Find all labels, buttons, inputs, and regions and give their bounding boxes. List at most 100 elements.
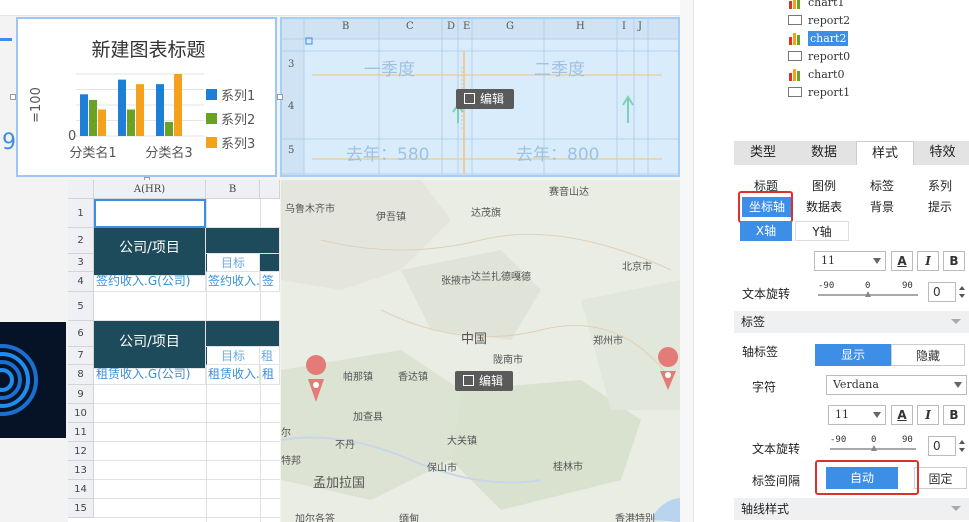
- dark-widget[interactable]: [0, 322, 66, 438]
- font-family-select[interactable]: Verdana: [826, 375, 967, 395]
- map-widget[interactable]: 乌鲁木齐市 伊吾镇 达茂旗 赛音山达 达兰扎德嘎德 北京市 张掖市 中国 郑州市 陇南市 帕那镇 香达…: [281, 180, 680, 522]
- subtab-label[interactable]: 标签: [856, 176, 908, 196]
- sign-income-cell-c[interactable]: 签: [260, 272, 280, 292]
- subtab-datatable[interactable]: 数据表: [798, 197, 850, 217]
- design-canvas[interactable]: 9 新建图表标题 =100 0 分类名1 分类名3 系列1 系列2 系列3 B …: [0, 0, 680, 522]
- sheet-row-number[interactable]: 3: [68, 254, 94, 272]
- resize-handle[interactable]: [10, 94, 16, 100]
- slider-mid: 0: [865, 281, 871, 291]
- hide-button[interactable]: 隐藏: [891, 344, 965, 366]
- bar-chart: =100 0分类名1 分类名3 系列1 系列2 系列3: [29, 73, 255, 161]
- italic-button-2[interactable]: I: [917, 405, 939, 425]
- sheet-row-number[interactable]: 4: [68, 272, 94, 292]
- italic-button[interactable]: I: [917, 251, 939, 271]
- sign-income-cell-b[interactable]: 签约收入.: [206, 272, 260, 292]
- grid-edit-button[interactable]: 编辑: [456, 89, 515, 109]
- label-section-header[interactable]: 标签: [734, 311, 969, 333]
- sheet-col-a[interactable]: A(HR): [94, 180, 206, 199]
- fixed-button[interactable]: 固定: [914, 467, 967, 489]
- tree-item-report2[interactable]: report2: [788, 12, 850, 30]
- report-sheet[interactable]: A(HR) B 1 2 3 4 5 6 7 8 9 10 11 12 13 14 15 公司/项目 目标 签…: [68, 180, 280, 522]
- company-project-cell-2[interactable]: 公司/项目: [94, 321, 206, 369]
- stepper-icon[interactable]: [957, 282, 967, 302]
- tab-data[interactable]: 数据: [794, 141, 854, 165]
- stepper-icon[interactable]: [957, 436, 967, 456]
- target-cell-2[interactable]: 目标: [206, 347, 260, 365]
- sheet-row-number[interactable]: 7: [68, 347, 94, 365]
- font-color-button-2[interactable]: A: [891, 405, 913, 425]
- sheet-col-c[interactable]: [260, 180, 280, 199]
- chart-widget[interactable]: 新建图表标题 =100 0 分类名1 分类名3 系列1 系列2 系列3: [16, 17, 277, 177]
- subtab-background[interactable]: 背景: [856, 197, 908, 217]
- map-edit-button[interactable]: 编辑: [455, 371, 514, 391]
- sheet-row-number[interactable]: 11: [68, 423, 94, 442]
- header-dark-cell-2[interactable]: [206, 321, 280, 347]
- rotation-slider-2[interactable]: -90 0 90: [830, 435, 916, 451]
- company-project-cell-1[interactable]: 公司/项目: [94, 228, 206, 276]
- rotation-input-1[interactable]: 0: [928, 282, 956, 302]
- axis-tab-y[interactable]: Y轴: [795, 221, 849, 241]
- tree-item-report0[interactable]: report0: [788, 48, 850, 66]
- font-color-button[interactable]: A: [891, 251, 913, 271]
- sheet-row-number[interactable]: 12: [68, 442, 94, 461]
- resize-handle[interactable]: [277, 94, 283, 100]
- sheet-row[interactable]: [94, 292, 280, 321]
- selected-cell-a1[interactable]: [94, 199, 206, 228]
- subtab-series[interactable]: 系列: [914, 176, 966, 196]
- sheet-row-number[interactable]: 14: [68, 480, 94, 499]
- tree-item-report1[interactable]: report1: [788, 84, 850, 102]
- sheet-corner[interactable]: [68, 180, 94, 199]
- sheet-row-number[interactable]: 1: [68, 199, 94, 228]
- svg-text:9: 9: [2, 130, 16, 155]
- rotation-slider-1[interactable]: -90 0 90: [818, 281, 918, 297]
- bold-button-2[interactable]: B: [943, 405, 965, 425]
- tree-item-chart0[interactable]: chart0: [788, 66, 844, 84]
- panel-gutter[interactable]: [680, 0, 694, 522]
- sheet-row[interactable]: [94, 499, 280, 518]
- show-button[interactable]: 显示: [815, 344, 891, 366]
- bold-button[interactable]: B: [943, 251, 965, 271]
- slider-thumb[interactable]: [871, 445, 877, 451]
- tree-item-chart1[interactable]: chart1: [788, 0, 844, 12]
- rent-income-cell-b[interactable]: 租赁收入.: [206, 365, 260, 385]
- subtab-tooltip[interactable]: 提示: [914, 197, 966, 217]
- sheet-row[interactable]: [94, 404, 280, 423]
- rent-cut-cell[interactable]: 租: [260, 347, 280, 365]
- sheet-row[interactable]: [94, 480, 280, 499]
- sheet-row-number[interactable]: 2: [68, 228, 94, 254]
- sheet-row[interactable]: [94, 442, 280, 461]
- sheet-row-number[interactable]: 10: [68, 404, 94, 423]
- font-size-select-2[interactable]: 11: [828, 405, 886, 425]
- target-cell-1[interactable]: 目标: [206, 254, 260, 272]
- grid-widget[interactable]: B C D E G H I J 3 4 5 一季度 二季度 去年：580 去年：…: [280, 17, 680, 177]
- tree-item-chart2[interactable]: chart2: [788, 30, 849, 48]
- tab-style[interactable]: 样式: [856, 141, 914, 165]
- tab-effects[interactable]: 特效: [916, 141, 969, 165]
- map-place-label: 张掖市: [441, 276, 471, 287]
- font-size-select-1[interactable]: 11: [814, 251, 886, 271]
- slider-thumb[interactable]: [865, 291, 871, 297]
- sheet-row-number[interactable]: 15: [68, 499, 94, 518]
- highlight-box-interval: [815, 460, 919, 495]
- sheet-row-number[interactable]: 9: [68, 385, 94, 404]
- sheet-row[interactable]: [94, 461, 280, 480]
- header-dark-cell-1b[interactable]: [260, 254, 280, 272]
- rent-income-cell[interactable]: 租赁收入.G(公司): [94, 365, 206, 385]
- sheet-row-number[interactable]: 8: [68, 365, 94, 385]
- font-size-value-2: 11: [835, 408, 849, 421]
- tab-type[interactable]: 类型: [734, 141, 792, 165]
- axis-tab-x[interactable]: X轴: [740, 221, 792, 241]
- header-dark-cell-1[interactable]: [206, 228, 280, 254]
- sheet-row[interactable]: [94, 423, 280, 442]
- sheet-row-number[interactable]: 6: [68, 321, 94, 347]
- subtab-legend[interactable]: 图例: [798, 176, 850, 196]
- axis-line-style-header[interactable]: 轴线样式: [734, 498, 969, 520]
- sheet-row[interactable]: [94, 385, 280, 404]
- text-rotation-label-2: 文本旋转: [752, 442, 801, 456]
- sheet-row-number[interactable]: 13: [68, 461, 94, 480]
- sheet-row-number[interactable]: 5: [68, 292, 94, 321]
- rotation-input-2[interactable]: 0: [928, 436, 956, 456]
- sign-income-cell[interactable]: 签约收入.G(公司): [94, 272, 206, 292]
- rent-income-cell-c[interactable]: 租: [260, 365, 280, 385]
- sheet-col-b[interactable]: B: [206, 180, 260, 199]
